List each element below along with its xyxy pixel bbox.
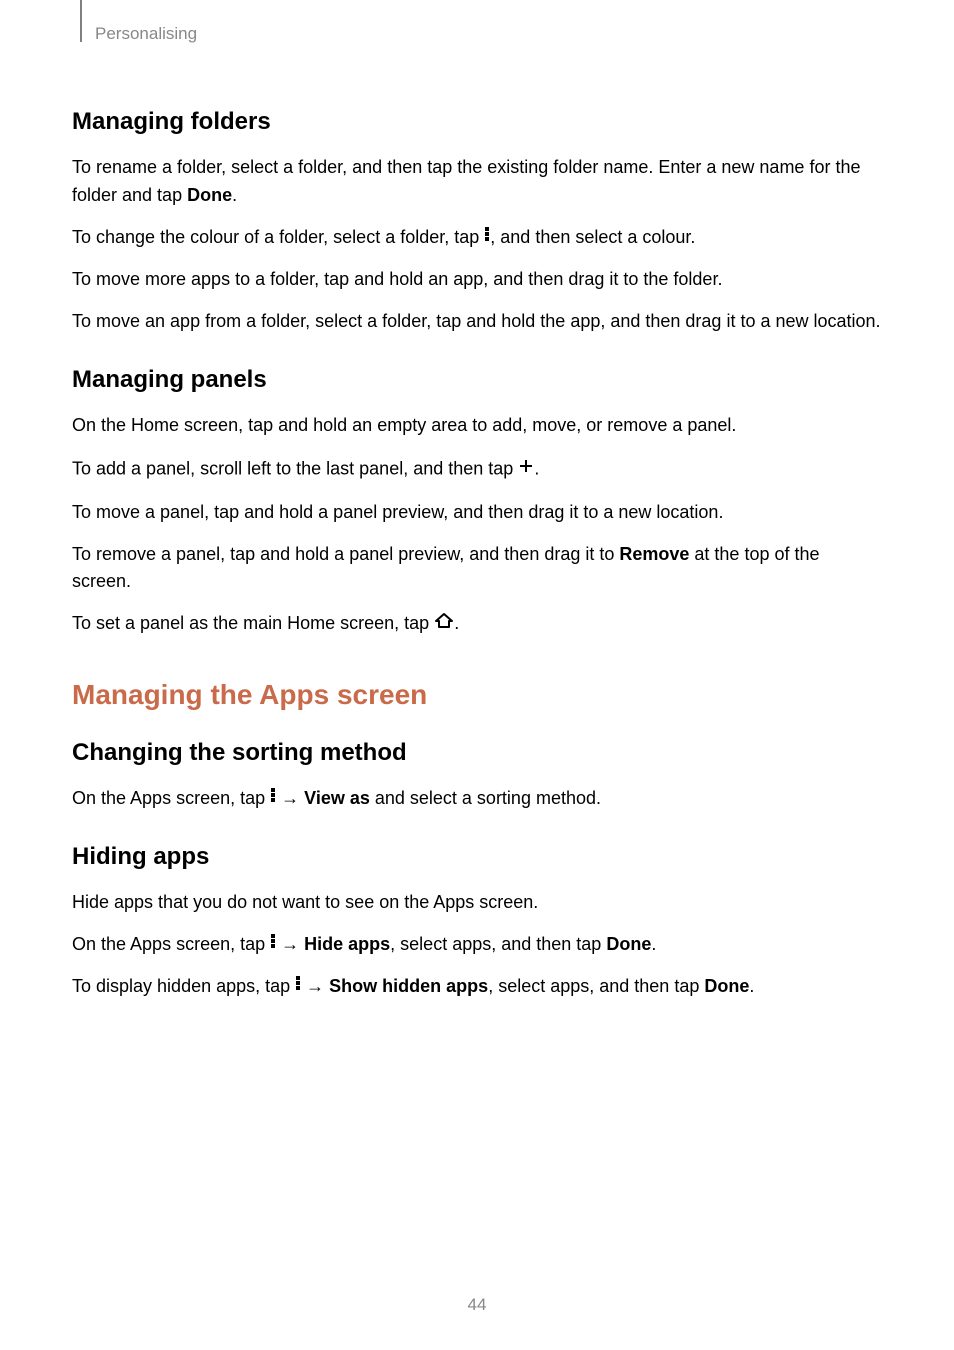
text: .	[651, 934, 656, 954]
page-content: Managing folders To rename a folder, sel…	[72, 108, 882, 1031]
para-change-colour: To change the colour of a folder, select…	[72, 224, 882, 252]
section-managing-folders: Managing folders To rename a folder, sel…	[72, 108, 882, 336]
text: To change the colour of a folder, select…	[72, 227, 484, 247]
para-rename-folder: To rename a folder, select a folder, and…	[72, 154, 882, 210]
bold-hide-apps: Hide apps	[304, 934, 390, 954]
text: To display hidden apps, tap	[72, 976, 295, 996]
arrow-text: →	[301, 976, 329, 996]
heading-changing-sorting: Changing the sorting method	[72, 739, 882, 767]
bold-done: Done	[187, 185, 232, 205]
para-hide-apps-intro: Hide apps that you do not want to see on…	[72, 889, 882, 917]
text: To set a panel as the main Home screen, …	[72, 613, 434, 633]
text: .	[232, 185, 237, 205]
more-options-icon	[270, 930, 276, 958]
para-move-apps-to-folder: To move more apps to a folder, tap and h…	[72, 266, 882, 294]
header-divider	[80, 0, 82, 42]
section-hiding-apps: Hiding apps Hide apps that you do not wa…	[72, 843, 882, 1001]
para-sorting-method: On the Apps screen, tap → View as and se…	[72, 785, 882, 813]
section-managing-panels: Managing panels On the Home screen, tap …	[72, 366, 882, 639]
text: , select apps, and then tap	[390, 934, 606, 954]
para-hide-apps-steps: On the Apps screen, tap → Hide apps, sel…	[72, 931, 882, 959]
para-move-app-from-folder: To move an app from a folder, select a f…	[72, 308, 882, 336]
para-move-panel: To move a panel, tap and hold a panel pr…	[72, 499, 882, 527]
heading-managing-folders: Managing folders	[72, 108, 882, 136]
text: , select apps, and then tap	[488, 976, 704, 996]
para-add-panel: To add a panel, scroll left to the last …	[72, 454, 882, 485]
text: On the Apps screen, tap	[72, 788, 270, 808]
heading-managing-apps-screen: Managing the Apps screen	[72, 679, 882, 711]
page-number: 44	[0, 1295, 954, 1315]
para-home-screen-panels: On the Home screen, tap and hold an empt…	[72, 412, 882, 440]
bold-done: Done	[704, 976, 749, 996]
bold-show-hidden-apps: Show hidden apps	[329, 976, 488, 996]
text: , and then select a colour.	[490, 227, 695, 247]
text: and select a sorting method.	[370, 788, 601, 808]
heading-hiding-apps: Hiding apps	[72, 843, 882, 871]
text: On the Apps screen, tap	[72, 934, 270, 954]
more-options-icon	[484, 223, 490, 251]
text: To remove a panel, tap and hold a panel …	[72, 544, 619, 564]
chapter-title: Personalising	[95, 24, 197, 44]
heading-managing-panels: Managing panels	[72, 366, 882, 394]
section-changing-sorting: Changing the sorting method On the Apps …	[72, 739, 882, 813]
plus-icon	[518, 453, 534, 484]
text: .	[454, 613, 459, 633]
arrow-text: →	[276, 788, 304, 808]
bold-view-as: View as	[304, 788, 370, 808]
bold-remove: Remove	[619, 544, 689, 564]
para-show-hidden-apps: To display hidden apps, tap → Show hidde…	[72, 973, 882, 1001]
home-icon	[434, 609, 454, 637]
more-options-icon	[270, 784, 276, 812]
text: .	[534, 458, 539, 478]
para-set-main-home: To set a panel as the main Home screen, …	[72, 610, 882, 638]
arrow-text: →	[276, 934, 304, 954]
text: .	[749, 976, 754, 996]
more-options-icon	[295, 972, 301, 1000]
para-remove-panel: To remove a panel, tap and hold a panel …	[72, 541, 882, 597]
text: To add a panel, scroll left to the last …	[72, 458, 518, 478]
bold-done: Done	[606, 934, 651, 954]
